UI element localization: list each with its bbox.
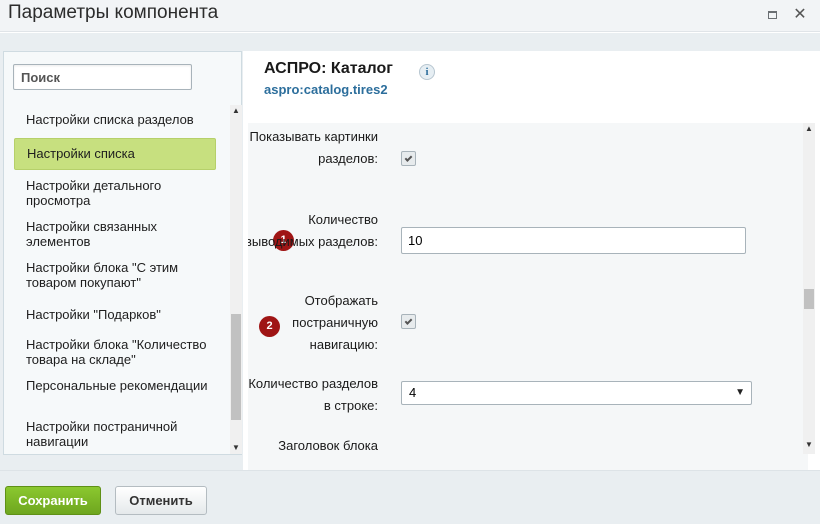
sidebar-nav-list: Настройки списка разделов Настройки спис…	[4, 105, 230, 454]
sections-per-row-label: Количество разделов в строке:	[248, 376, 378, 413]
info-icon[interactable]: i	[419, 64, 435, 80]
sidebar-item-store-amount[interactable]: Настройки блока "Количество товара на ск…	[14, 337, 216, 369]
show-section-pictures-label: Показывать картинки разделов:	[249, 129, 378, 166]
sidebar-item-gifts[interactable]: Настройки "Подарков"	[14, 305, 216, 325]
close-icon[interactable]: ✕	[793, 7, 807, 23]
checkmark-icon	[404, 153, 413, 162]
component-settings-panel: АСПРО: Каталог i aspro:catalog.tires2 По…	[243, 51, 820, 470]
sidebar-item-related-elements[interactable]: Настройки связанных элементов	[14, 219, 216, 251]
scroll-up-icon[interactable]: ▲	[230, 105, 242, 117]
sidebar: Настройки списка разделов Настройки спис…	[3, 51, 242, 455]
sidebar-scroll-thumb[interactable]	[231, 314, 241, 420]
section-count-input[interactable]	[401, 227, 746, 254]
show-pagination-label: Отображать постраничную навигацию:	[292, 293, 378, 352]
section-count-label: Количество выводимых разделов:	[248, 212, 378, 249]
scroll-up-icon[interactable]: ▲	[803, 123, 815, 135]
sections-per-row-select[interactable]: 4 ▼	[401, 381, 752, 405]
sidebar-item-list-settings[interactable]: Настройки списка	[14, 138, 216, 170]
component-code: aspro:catalog.tires2	[264, 82, 388, 97]
block-title-label: Заголовок блока	[278, 438, 378, 453]
scroll-down-icon[interactable]: ▼	[803, 439, 815, 451]
sidebar-item-pagination[interactable]: Настройки постраничной навигации	[14, 419, 216, 451]
show-pagination-checkbox[interactable]	[401, 314, 416, 329]
save-button[interactable]: Сохранить	[5, 486, 101, 515]
checkmark-icon	[404, 316, 413, 325]
scroll-down-icon[interactable]: ▼	[230, 442, 242, 454]
sidebar-item-detail-view[interactable]: Настройки детального просмотра	[14, 178, 216, 210]
show-section-pictures-checkbox[interactable]	[401, 151, 416, 166]
content-scroll-thumb[interactable]	[804, 289, 814, 309]
cancel-button[interactable]: Отменить	[115, 486, 207, 515]
dialog-titlebar: Параметры компонента ✕	[0, 0, 820, 32]
sidebar-item-personal-recommendations[interactable]: Персональные рекомендации	[14, 378, 216, 410]
maximize-icon[interactable]	[765, 8, 779, 22]
dialog-footer: Сохранить Отменить	[0, 470, 820, 524]
chevron-down-icon: ▼	[735, 387, 745, 398]
dialog-title: Параметры компонента	[8, 2, 219, 23]
sidebar-item-also-bought[interactable]: Настройки блока "С этим товаром покупают…	[14, 260, 216, 292]
sections-per-row-value: 4	[409, 385, 417, 400]
sidebar-search	[13, 64, 192, 90]
sidebar-item-section-list[interactable]: Настройки списка разделов	[14, 110, 216, 130]
component-title: АСПРО: Каталог	[264, 60, 393, 77]
search-input[interactable]	[13, 64, 192, 90]
sidebar-scrollbar[interactable]: ▲ ▼	[230, 105, 242, 454]
content-scrollbar[interactable]: ▲ ▼	[803, 123, 815, 454]
settings-form: Показывать картинки разделов: 1 Количест…	[248, 123, 808, 470]
